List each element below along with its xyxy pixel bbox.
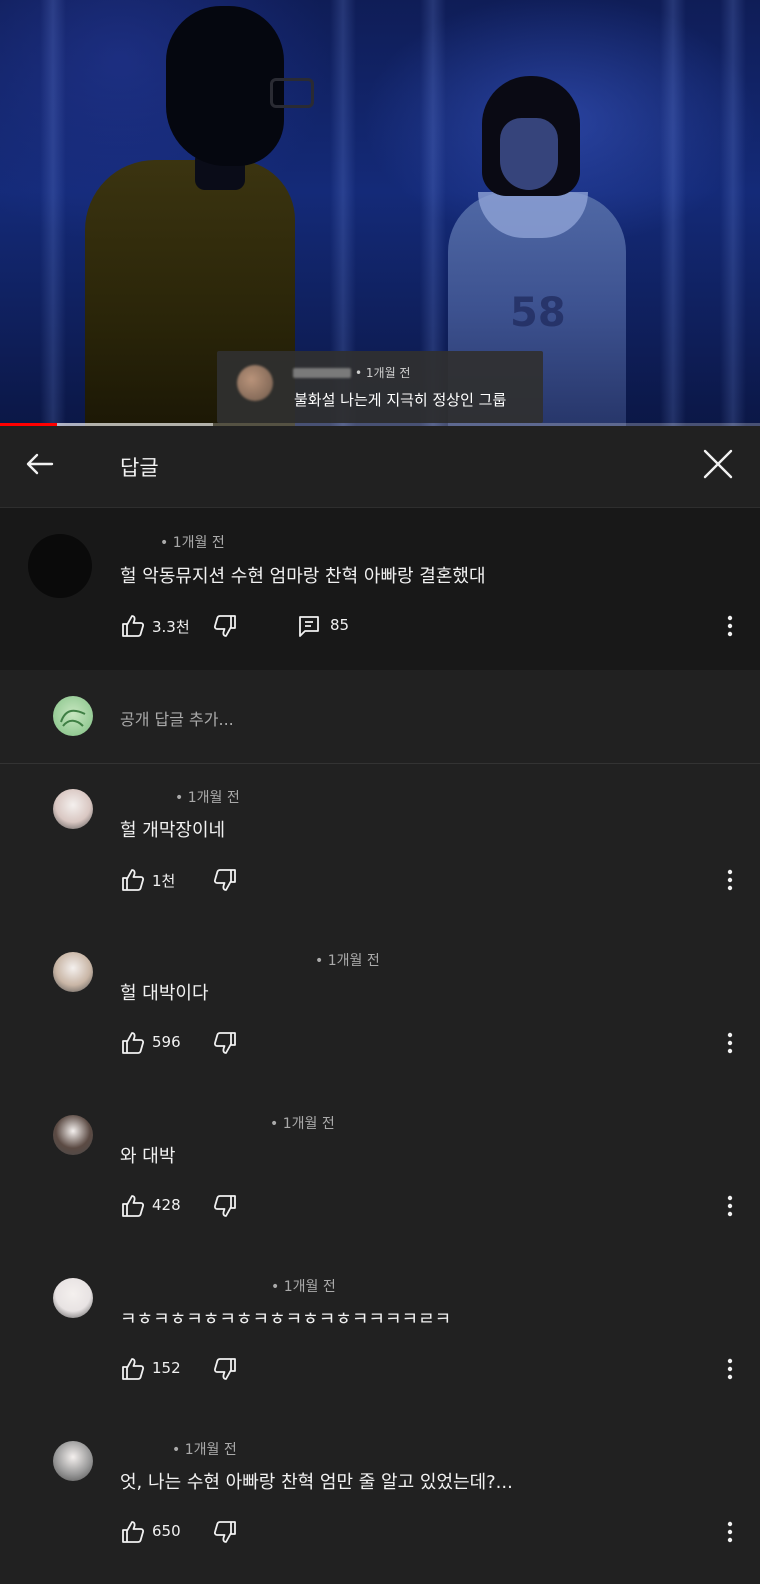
thumbs-up-icon[interactable]: [120, 613, 146, 639]
more-options-icon[interactable]: [718, 867, 742, 893]
comment-timestamp: • 1개월 전: [315, 953, 380, 969]
man-glasses: [270, 78, 314, 108]
like-count: 3.3천: [152, 618, 190, 636]
more-options-icon[interactable]: [718, 613, 742, 639]
video-player[interactable]: 58 • 1개월 전 불화설 나는게 지극히 정상인 그룹: [0, 0, 760, 426]
thumbs-down-icon[interactable]: [212, 1030, 238, 1056]
thumbs-up-icon[interactable]: [120, 1356, 146, 1382]
like-count: 152: [152, 1359, 181, 1377]
pinned-comment-text: 불화설 나는게 지극히 정상인 그룹: [294, 391, 507, 409]
avatar[interactable]: [53, 952, 93, 992]
avatar[interactable]: [53, 1115, 93, 1155]
reply-item: • 1개월 전엇, 나는 수현 아빠랑 찬혁 엄만 줄 알고 있었는데?... 6…: [0, 1417, 760, 1580]
blurred-username: [293, 368, 351, 378]
thumbs-down-icon[interactable]: [212, 613, 238, 639]
more-options-icon[interactable]: [718, 1193, 742, 1219]
reply-count: 85: [330, 616, 350, 634]
shirt-number: 58: [510, 290, 566, 336]
comment-timestamp: • 1개월 전: [355, 366, 411, 380]
like-count: 1천: [152, 872, 176, 890]
page-title: 답글: [120, 456, 159, 480]
comment-text: 와 대박: [120, 1146, 176, 1167]
thumbs-down-icon[interactable]: [212, 1193, 238, 1219]
comment-timestamp: • 1개월 전: [172, 1442, 237, 1458]
avatar[interactable]: [28, 534, 92, 598]
comment-text: 헐 악동뮤지션 수현 엄마랑 찬혁 아빠랑 결혼했대: [120, 566, 486, 587]
curtain-highlight: [40, 0, 66, 426]
avatar[interactable]: [53, 1441, 93, 1481]
avatar: [237, 365, 273, 401]
avatar: [53, 696, 93, 736]
comment-text: 헐 대박이다: [120, 983, 209, 1004]
comment-text: ㅋㅎㅋㅎㅋㅎㅋㅎㅋㅎㅋㅎㅋㅎㅋㅋㅋㅋㄹㅋ: [120, 1309, 452, 1330]
curtain-highlight: [660, 0, 686, 426]
avatar[interactable]: [53, 789, 93, 829]
parent-comment: • 1개월 전 헐 악동뮤지션 수현 엄마랑 찬혁 아빠랑 결혼했대 3.3천 …: [0, 508, 760, 670]
man-silhouette-head: [166, 6, 284, 166]
reply-comment-icon[interactable]: [296, 613, 322, 639]
reply-item: • 1개월 전헐 개막장이네 1천: [0, 765, 760, 928]
pinned-comment-overlay[interactable]: • 1개월 전 불화설 나는게 지극히 정상인 그룹: [217, 351, 543, 423]
thumbs-up-icon[interactable]: [120, 867, 146, 893]
reply-item: • 1개월 전헐 대박이다 596: [0, 928, 760, 1091]
like-count: 428: [152, 1196, 181, 1214]
comment-text: 헐 개막장이네: [120, 820, 226, 841]
like-count: 650: [152, 1522, 181, 1540]
add-reply-row[interactable]: 공개 답글 추가...: [0, 670, 760, 764]
thumbs-down-icon[interactable]: [212, 867, 238, 893]
comment-timestamp: • 1개월 전: [175, 790, 240, 806]
thumbs-up-icon[interactable]: [120, 1519, 146, 1545]
more-options-icon[interactable]: [718, 1519, 742, 1545]
replies-header: 답글: [0, 426, 760, 508]
thumbs-down-icon[interactable]: [212, 1519, 238, 1545]
thumbs-up-icon[interactable]: [120, 1030, 146, 1056]
curtain-highlight: [720, 0, 746, 426]
comment-text: 엇, 나는 수현 아빠랑 찬혁 엄만 줄 알고 있었는데?...: [120, 1472, 513, 1493]
reply-item: • 1개월 전 ㅋㅎㅋㅎㅋㅎㅋㅎㅋㅎㅋㅎㅋㅎㅋㅋㅋㅋㄹㅋ 152: [0, 1254, 760, 1417]
thumbs-down-icon[interactable]: [212, 1356, 238, 1382]
reply-item: • 1개월 전와 대박 428: [0, 1091, 760, 1254]
close-icon[interactable]: [700, 446, 736, 482]
thumbs-up-icon[interactable]: [120, 1193, 146, 1219]
arrow-left-icon[interactable]: [22, 446, 58, 482]
avatar[interactable]: [53, 1278, 93, 1318]
reply-input[interactable]: 공개 답글 추가...: [120, 706, 234, 730]
comment-timestamp: • 1개월 전: [160, 535, 225, 551]
more-options-icon[interactable]: [718, 1030, 742, 1056]
comment-timestamp: • 1개월 전: [271, 1279, 336, 1295]
like-count: 596: [152, 1033, 181, 1051]
woman-face: [500, 118, 558, 190]
comment-timestamp: • 1개월 전: [270, 1116, 335, 1132]
more-options-icon[interactable]: [718, 1356, 742, 1382]
